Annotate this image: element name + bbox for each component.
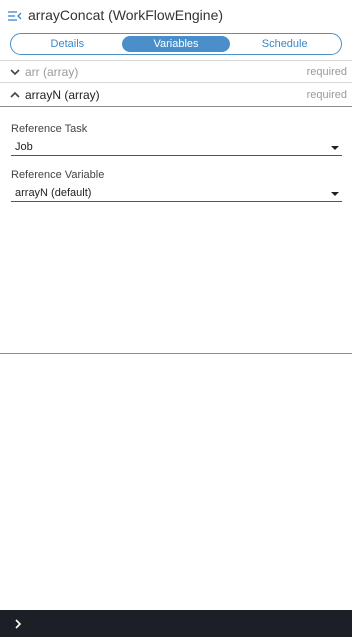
reference-task-value: Job — [15, 140, 33, 153]
required-label: required — [306, 65, 347, 78]
reference-variable-value: arrayN (default) — [15, 186, 92, 199]
tab-variables[interactable]: Variables — [121, 36, 231, 52]
tab-details[interactable]: Details — [13, 36, 122, 52]
tab-bar: Details Variables Schedule — [10, 33, 342, 55]
bottom-bar — [0, 610, 352, 637]
tab-schedule[interactable]: Schedule — [230, 36, 339, 52]
required-label: required — [306, 89, 347, 101]
variable-name: arr (array) — [25, 64, 79, 79]
reference-variable-label: Reference Variable — [11, 169, 105, 181]
reference-task-label: Reference Task — [11, 123, 88, 135]
collapse-menu-icon[interactable] — [8, 9, 22, 21]
page-title: arrayConcat (WorkFlowEngine) — [28, 7, 224, 23]
dropdown-caret-icon — [331, 191, 339, 196]
app-header: arrayConcat (WorkFlowEngine) — [0, 0, 352, 30]
chevron-right-icon[interactable] — [14, 618, 24, 630]
dropdown-caret-icon — [331, 145, 339, 150]
variable-row-arr[interactable]: arr (array) required — [0, 60, 352, 83]
reference-task-select[interactable]: Job — [11, 138, 342, 156]
reference-variable-select[interactable]: arrayN (default) — [11, 184, 342, 202]
variable-row-arrayN[interactable]: arrayN (array) required — [0, 84, 352, 107]
chevron-up-icon — [9, 89, 21, 101]
panel-divider — [0, 353, 352, 354]
chevron-down-icon — [9, 66, 21, 78]
variable-name: arrayN (array) — [25, 88, 100, 102]
